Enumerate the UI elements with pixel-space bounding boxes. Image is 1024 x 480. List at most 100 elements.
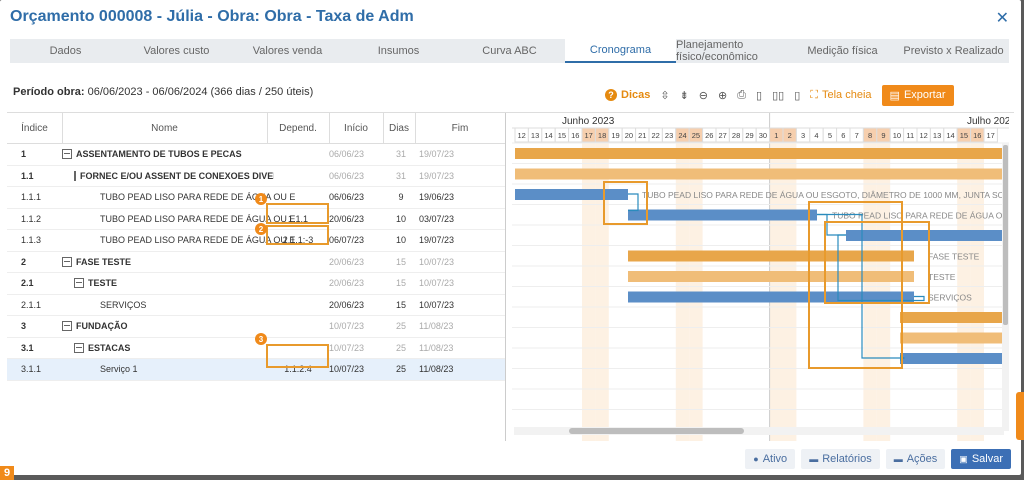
day-label: 16 bbox=[571, 131, 579, 140]
cell-inicio-text: 06/06/23 bbox=[329, 170, 365, 181]
layout-right-icon[interactable]: ▯ bbox=[794, 89, 800, 102]
acoes-button[interactable]: ▬ Ações bbox=[885, 449, 946, 469]
table-row[interactable]: 3.1.1 Serviço 1 1.1.2:4 10/07/23 25 11/08/23 bbox=[7, 359, 505, 381]
zoom-in-icon[interactable]: ⊕ bbox=[718, 89, 727, 102]
ativo-button[interactable]: ● Ativo bbox=[745, 449, 796, 469]
table-row[interactable]: 1.1 FORNEC E/OU ASSENT DE CONEXOES DIVER 0… bbox=[7, 166, 505, 187]
actions-icon: ▬ bbox=[893, 454, 903, 464]
layout-left-icon[interactable]: ▯ bbox=[756, 89, 762, 102]
col-inicio[interactable]: Início bbox=[329, 113, 384, 143]
bar-label: TESTE bbox=[928, 272, 956, 282]
day-label: 15 bbox=[960, 131, 968, 140]
tab-medi-o-f-sica[interactable]: Medição física bbox=[787, 39, 898, 63]
cell-fim: 10/07/23 bbox=[419, 295, 469, 315]
collapse-icon[interactable] bbox=[74, 278, 84, 288]
day-label: 20 bbox=[625, 131, 633, 140]
day-label: 6 bbox=[841, 131, 845, 140]
dicas-button[interactable]: ? Dicas bbox=[605, 89, 650, 101]
side-help-tab[interactable] bbox=[1016, 392, 1024, 440]
cell-index-text: 2 bbox=[21, 256, 27, 267]
day-label: 14 bbox=[946, 131, 954, 140]
day-label: 30 bbox=[759, 131, 767, 140]
cell-fim: 19/07/23 bbox=[419, 166, 469, 186]
tab-dados[interactable]: Dados bbox=[10, 39, 121, 63]
tab-valores-venda[interactable]: Valores venda bbox=[232, 39, 343, 63]
cell-dias-text: 25 bbox=[395, 342, 406, 353]
cell-index: 1.1.2 bbox=[21, 209, 61, 229]
col-depend[interactable]: Depend. bbox=[267, 113, 330, 143]
col-name[interactable]: Nome bbox=[62, 113, 268, 143]
table-row[interactable]: 2.1.1 SERVIÇOS 20/06/23 15 10/07/23 bbox=[7, 295, 505, 316]
day-label: 23 bbox=[665, 131, 673, 140]
day-label: 17 bbox=[987, 131, 995, 140]
salvar-button[interactable]: ▣ Salvar bbox=[951, 449, 1011, 469]
cell-name-text: ESTACAS bbox=[88, 342, 131, 353]
day-label: 14 bbox=[544, 131, 552, 140]
collapse-icon[interactable] bbox=[74, 342, 84, 353]
col-index[interactable]: Índice bbox=[7, 113, 63, 143]
layout-split-icon[interactable]: ▯▯ bbox=[772, 89, 784, 102]
tab-previsto-x-realizado[interactable]: Previsto x Realizado bbox=[898, 39, 1009, 63]
highlight-dep-2 bbox=[266, 225, 329, 245]
tab-valores-custo[interactable]: Valores custo bbox=[121, 39, 232, 63]
cell-fim-text: 10/07/23 bbox=[419, 278, 455, 288]
print-icon[interactable]: ⎙ bbox=[737, 89, 746, 102]
gantt-toolbar: ? Dicas ⇳ ⇟ ⊖ ⊕ ⎙ ▯ ▯▯ ▯ ⛶ Tela cheia ▤ … bbox=[605, 82, 964, 108]
expand-rows-icon[interactable]: ⇳ bbox=[660, 89, 669, 102]
highlight-link-1 bbox=[603, 181, 648, 225]
day-label: 4 bbox=[814, 131, 818, 140]
collapse-rows-icon[interactable]: ⇟ bbox=[680, 89, 689, 102]
day-label: 1 bbox=[774, 131, 778, 140]
day-label: 24 bbox=[678, 131, 686, 140]
cell-name: FASE TESTE bbox=[62, 252, 262, 272]
gantt-svg: Junho 2023Julho 202312131415161718192021… bbox=[512, 113, 1009, 441]
cell-fim-text: 19/07/23 bbox=[419, 149, 455, 159]
cell-inicio-text: 20/06/23 bbox=[329, 256, 365, 267]
relatorios-button[interactable]: ▬ Relatórios bbox=[801, 449, 880, 469]
cell-index-text: 1.1.3 bbox=[21, 235, 42, 245]
collapse-icon[interactable] bbox=[62, 321, 72, 331]
cell-index: 1.1 bbox=[21, 166, 61, 186]
col-dias[interactable]: Dias bbox=[383, 113, 416, 143]
cell-name: FUNDAÇÃO bbox=[62, 316, 262, 336]
day-label: 10 bbox=[893, 131, 901, 140]
export-icon: ▤ bbox=[889, 89, 900, 102]
gantt-horizontal-scrollbar[interactable] bbox=[514, 427, 1004, 435]
cell-index-text: 3.1 bbox=[21, 342, 34, 353]
cell-fim: 19/06/23 bbox=[419, 187, 469, 207]
cell-index-text: 1.1.2 bbox=[21, 213, 42, 224]
cell-index-text: 3.1.1 bbox=[21, 364, 42, 374]
cell-dias: 31 bbox=[387, 166, 415, 186]
export-button[interactable]: ▤ Exportar bbox=[881, 84, 954, 106]
tab-curva-abc[interactable]: Curva ABC bbox=[454, 39, 565, 63]
col-fim[interactable]: Fim bbox=[415, 113, 505, 143]
period-label: Período obra: bbox=[13, 86, 85, 98]
tab-insumos[interactable]: Insumos bbox=[343, 39, 454, 63]
summary-bar bbox=[900, 332, 1009, 344]
cell-inicio: 06/06/23 bbox=[329, 144, 383, 164]
modal-window: Orçamento 000008 - Júlia - Obra: Obra - … bbox=[0, 0, 1021, 475]
collapse-icon[interactable] bbox=[62, 149, 72, 159]
collapse-icon[interactable] bbox=[62, 256, 72, 267]
day-label: 15 bbox=[558, 131, 566, 140]
table-row[interactable]: 2 FASE TESTE 20/06/23 15 10/07/23 bbox=[7, 252, 505, 273]
cell-dias: 15 bbox=[387, 295, 415, 315]
summary-bar bbox=[900, 312, 1009, 323]
tab-cronograma[interactable]: Cronograma bbox=[565, 39, 676, 63]
collapse-icon[interactable] bbox=[74, 170, 76, 181]
cell-dias-text: 25 bbox=[395, 321, 406, 331]
table-row[interactable]: 2.1 TESTE 20/06/23 15 10/07/23 bbox=[7, 273, 505, 295]
day-label: 9 bbox=[881, 131, 885, 140]
close-icon[interactable]: ✕ bbox=[996, 8, 1009, 28]
table-body: 1 ASSENTAMENTO DE TUBOS E PECAS 06/06/23 31… bbox=[7, 144, 505, 381]
day-label: 5 bbox=[828, 131, 832, 140]
day-label: 26 bbox=[705, 131, 713, 140]
cell-index: 2 bbox=[21, 252, 61, 272]
cell-index-text: 1 bbox=[21, 149, 27, 159]
fullscreen-button[interactable]: ⛶ Tela cheia bbox=[810, 89, 871, 102]
tab-planejamento-f-sico-econ-mico[interactable]: Planejamento físico/econômico bbox=[676, 39, 787, 63]
table-row[interactable]: 1 ASSENTAMENTO DE TUBOS E PECAS 06/06/23 31… bbox=[7, 144, 505, 166]
scrollbar-thumb[interactable] bbox=[569, 428, 744, 434]
zoom-out-icon[interactable]: ⊖ bbox=[699, 89, 708, 102]
cell-index: 3 bbox=[21, 316, 61, 336]
